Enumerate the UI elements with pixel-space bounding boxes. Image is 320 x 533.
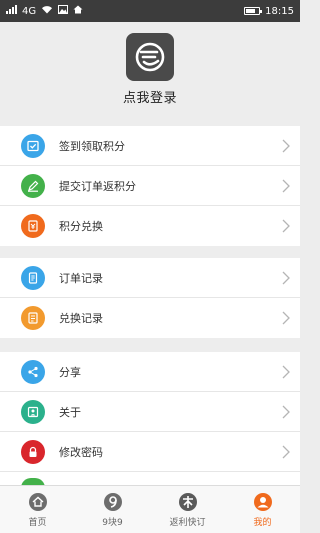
status-time: 18:15	[265, 5, 294, 17]
menu-item-label: 签到领取积分	[59, 139, 125, 153]
bottom-tab-bar: 首页 9块9 返利快订 我的	[0, 485, 300, 533]
menu-group-records: 订单记录 兑换记录	[0, 258, 300, 338]
tab-home[interactable]: 首页	[0, 486, 75, 533]
signal-icon	[6, 5, 17, 17]
menu-item-checkin[interactable]: 签到领取积分	[0, 126, 300, 166]
menu-item-share[interactable]: 分享	[0, 352, 300, 392]
menu-item-points-exchange[interactable]: 积分兑换	[0, 206, 300, 246]
checkin-icon	[21, 133, 45, 158]
tab-label: 9块9	[102, 518, 123, 528]
home-icon	[27, 491, 49, 513]
menu-item-label: 积分兑换	[59, 220, 103, 233]
share-icon	[21, 359, 45, 384]
logo-icon	[135, 42, 165, 72]
menu-item-order-records[interactable]: 订单记录	[0, 258, 300, 298]
menu-item-submit-order[interactable]: 提交订单返积分	[0, 166, 300, 206]
chevron-right-icon	[282, 179, 290, 193]
pencil-icon	[21, 173, 45, 198]
image-notification-icon	[58, 5, 69, 17]
profile-header: 点我登录	[0, 22, 300, 122]
status-bar: 4G 18:15	[0, 0, 300, 22]
menu-item-label: 关于	[59, 405, 81, 419]
document-icon	[21, 265, 45, 290]
battery-icon	[244, 7, 263, 15]
tab-nine[interactable]: 9块9	[75, 486, 150, 533]
menu-item-about[interactable]: 关于	[0, 392, 300, 432]
nine-icon	[102, 491, 124, 513]
tab-label: 返利快订	[169, 518, 206, 528]
chevron-right-icon	[282, 365, 290, 379]
tab-label: 我的	[253, 518, 272, 528]
profile-icon	[252, 491, 274, 513]
login-link[interactable]: 点我登录	[123, 87, 177, 106]
lock-icon	[21, 439, 45, 464]
network-type: 4G	[22, 5, 37, 17]
tab-label: 首页	[28, 518, 47, 528]
wifi-icon	[41, 5, 53, 17]
menu-group-points: 签到领取积分 提交订单返积分 积分兑换	[0, 126, 300, 246]
tab-rebate[interactable]: 返利快订	[150, 486, 225, 533]
menu-item-change-password[interactable]: 修改密码	[0, 432, 300, 472]
menu-item-label: 修改密码	[59, 445, 103, 459]
menu-item-label: 提交订单返积分	[59, 179, 136, 193]
menu-item-label: 分享	[59, 365, 81, 379]
home-notification-icon	[73, 5, 83, 17]
chevron-right-icon	[282, 405, 290, 419]
menu-group-settings: 分享 关于 修改密码	[0, 352, 300, 488]
exchange-icon	[21, 306, 45, 330]
menu-item-label: 订单记录	[59, 271, 103, 285]
chevron-right-icon	[282, 219, 290, 233]
chevron-right-icon	[282, 445, 290, 459]
menu-item-label: 兑换记录	[59, 312, 103, 325]
menu-item-exchange-records[interactable]: 兑换记录	[0, 298, 300, 338]
chevron-right-icon	[282, 139, 290, 153]
points-icon	[21, 214, 45, 238]
app-logo[interactable]	[126, 33, 174, 81]
rebate-icon	[177, 491, 199, 513]
about-icon	[21, 399, 45, 424]
chevron-right-icon	[282, 271, 290, 285]
tab-profile[interactable]: 我的	[225, 486, 300, 533]
chevron-right-icon	[282, 311, 290, 325]
